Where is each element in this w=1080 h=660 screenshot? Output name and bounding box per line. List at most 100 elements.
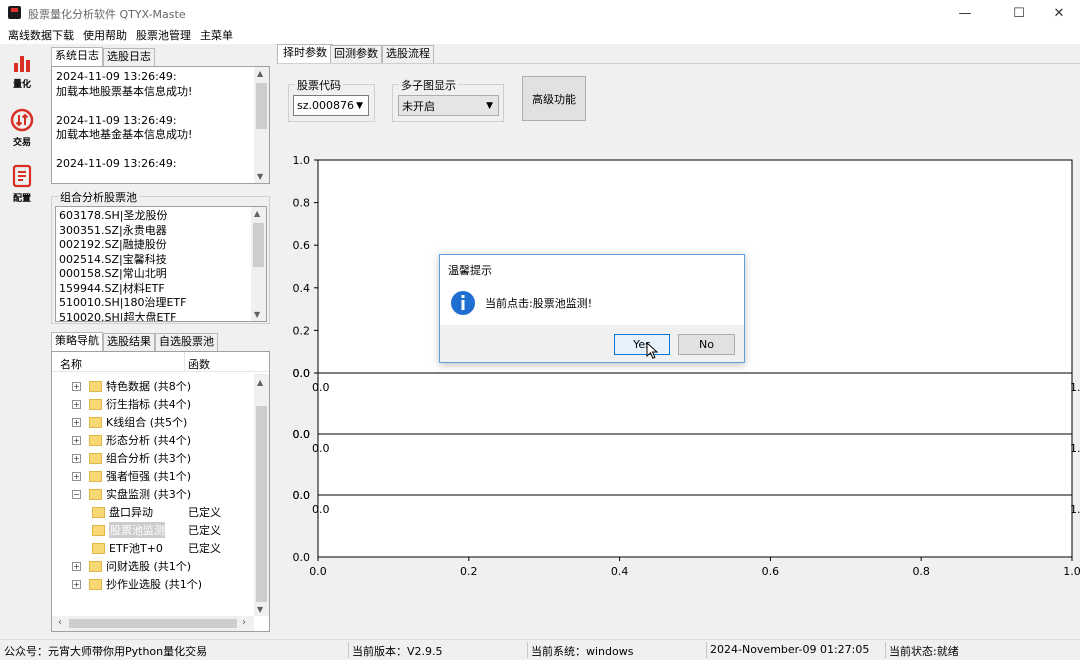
strategy-tree: 名称 函数 + 特色数据 (共8个) + 衍生指标 (共4个) + K线组合 (共5个) +…	[51, 351, 270, 632]
scroll-up-icon[interactable]: ▲	[257, 69, 263, 78]
document-icon	[12, 164, 32, 188]
expand-icon[interactable]: +	[72, 453, 81, 463]
tree-item-label: 强者恒强 (共1个)	[106, 470, 192, 483]
tree-scrollbar[interactable]: ▲ ▼	[254, 374, 269, 616]
scroll-right-icon[interactable]: ›	[242, 617, 246, 628]
status-divider	[348, 642, 349, 658]
chevron-down-icon: ▼	[486, 101, 493, 111]
tree-row[interactable]: 股票池监测 已定义	[52, 521, 254, 539]
list-item[interactable]: 159944.SZ|材料ETF	[59, 282, 249, 297]
folder-icon	[89, 488, 102, 500]
expand-icon[interactable]: +	[72, 471, 81, 481]
list-item[interactable]: 002192.SZ|融捷股份	[59, 238, 249, 253]
tree-item-label: K线组合 (共5个)	[106, 416, 188, 429]
sidebar-trade-button[interactable]: 交易	[4, 108, 40, 158]
list-item[interactable]: 300351.SZ|永贵电器	[59, 224, 249, 239]
list-item[interactable]: 603178.SH|圣龙股份	[59, 209, 249, 224]
scroll-up-icon[interactable]: ▲	[257, 378, 263, 387]
tree-item-label: 问财选股 (共1个)	[106, 560, 192, 573]
close-button[interactable]: ✕	[1036, 0, 1080, 26]
col-name-header[interactable]: 名称	[60, 356, 82, 372]
tree-row[interactable]: + 组合分析 (共3个)	[52, 449, 254, 467]
advanced-button[interactable]: 高级功能	[522, 76, 586, 121]
y-tick-label: 0.4	[293, 282, 311, 295]
sidebar-config-label: 配置	[12, 194, 31, 204]
status-version: 当前版本：V2.9.5	[352, 645, 443, 658]
tree-row[interactable]: 盘口异动 已定义	[52, 503, 254, 521]
tree-row[interactable]: + 特色数据 (共8个)	[52, 377, 254, 395]
collapse-icon[interactable]: −	[72, 489, 81, 499]
tab-selection-flow[interactable]: 选股流程	[382, 45, 434, 63]
stock-pool-list[interactable]: 603178.SH|圣龙股份 300351.SZ|永贵电器 002192.SZ|…	[55, 206, 267, 322]
stock-pool-group: 组合分析股票池 603178.SH|圣龙股份 300351.SZ|永贵电器 00…	[51, 189, 270, 324]
list-item[interactable]: 510020.SH|超大盘ETF	[59, 311, 249, 322]
list-item[interactable]: 000158.SZ|常山北明	[59, 267, 249, 282]
expand-icon[interactable]: +	[72, 435, 81, 445]
tab-selection-result[interactable]: 选股结果	[103, 333, 155, 351]
expand-icon[interactable]: +	[72, 381, 81, 391]
scroll-up-icon[interactable]: ▲	[254, 209, 260, 218]
tree-row[interactable]: + 抄作业选股 (共1个)	[52, 575, 254, 593]
tab-system-log[interactable]: 系统日志	[51, 47, 103, 66]
scroll-thumb[interactable]	[256, 406, 267, 602]
tree-row[interactable]: + K线组合 (共5个)	[52, 413, 254, 431]
x-tick-label: 1.0	[1070, 381, 1080, 394]
menu-help[interactable]: 使用帮助	[83, 27, 127, 43]
list-item[interactable]: 510010.SH|180治理ETF	[59, 296, 249, 311]
yes-button[interactable]: Yes	[614, 334, 670, 355]
tree-row[interactable]: + 问财选股 (共1个)	[52, 557, 254, 575]
hscroll-thumb[interactable]	[69, 619, 237, 628]
tab-selection-log[interactable]: 选股日志	[103, 48, 155, 66]
scroll-thumb[interactable]	[256, 83, 267, 129]
tab-backtest-params[interactable]: 回测参数	[330, 45, 382, 63]
tree-row[interactable]: + 强者恒强 (共1个)	[52, 467, 254, 485]
no-button[interactable]: No	[678, 334, 735, 355]
tab-watchlist[interactable]: 自选股票池	[155, 333, 218, 351]
col-func-header[interactable]: 函数	[188, 356, 210, 372]
stock-code-combo[interactable]: sz.000876 ▼	[293, 95, 369, 116]
subplot-select[interactable]: 未开启 ▼	[398, 95, 499, 116]
scroll-down-icon[interactable]: ▼	[257, 172, 263, 181]
folder-icon	[89, 452, 102, 464]
folder-icon	[89, 380, 102, 392]
x-tick-label: 0.4	[611, 565, 629, 578]
info-icon	[451, 291, 475, 315]
tree-hscrollbar[interactable]: ‹ ›	[52, 616, 254, 631]
tree-item-label: 股票池监测	[109, 522, 165, 538]
tree-row[interactable]: + 衍生指标 (共4个)	[52, 395, 254, 413]
tree-row[interactable]: ETF池T+0 已定义	[52, 539, 254, 557]
pool-scrollbar[interactable]: ▲ ▼	[251, 207, 266, 321]
minimize-button[interactable]: —	[942, 0, 988, 26]
sidebar-config-button[interactable]: 配置	[4, 164, 40, 214]
scroll-thumb[interactable]	[253, 223, 264, 267]
expand-icon[interactable]: +	[72, 561, 81, 571]
expand-icon[interactable]: +	[72, 399, 81, 409]
sidebar-quant-button[interactable]: 量化	[4, 52, 40, 102]
expand-icon[interactable]: +	[72, 579, 81, 589]
tree-item-label: 实盘监测 (共3个)	[106, 488, 192, 501]
tree-row[interactable]: + 形态分析 (共4个)	[52, 431, 254, 449]
tree-row[interactable]: − 实盘监测 (共3个)	[52, 485, 254, 503]
scroll-left-icon[interactable]: ‹	[58, 617, 62, 628]
menu-main[interactable]: 主菜单	[200, 27, 233, 43]
x-tick-label: 0.0	[312, 503, 330, 516]
log-scrollbar[interactable]: ▲ ▼	[254, 67, 269, 183]
tree-item-func: 已定义	[188, 506, 221, 519]
window-title: 股票量化分析软件 QTYX-Maste	[28, 8, 186, 21]
tab-strategy-nav[interactable]: 策略导航	[51, 332, 103, 351]
stock-code-label: 股票代码	[295, 77, 343, 93]
dialog-message: 当前点击:股票池监测!	[485, 297, 593, 310]
log-line: 2024-11-09 13:26:49:	[56, 157, 177, 170]
y-tick-label: 0.0	[293, 428, 311, 441]
scroll-down-icon[interactable]: ▼	[254, 310, 260, 319]
app-icon	[8, 6, 21, 19]
subplot-group: 多子图显示 未开启 ▼	[392, 77, 504, 122]
tab-timing-params[interactable]: 择时参数	[277, 44, 333, 63]
menu-pool-manage[interactable]: 股票池管理	[136, 27, 191, 43]
status-divider	[527, 642, 528, 658]
menu-offline-download[interactable]: 离线数据下载	[8, 27, 74, 43]
list-item[interactable]: 002514.SZ|宝馨科技	[59, 253, 249, 268]
scroll-down-icon[interactable]: ▼	[257, 605, 263, 614]
expand-icon[interactable]: +	[72, 417, 81, 427]
